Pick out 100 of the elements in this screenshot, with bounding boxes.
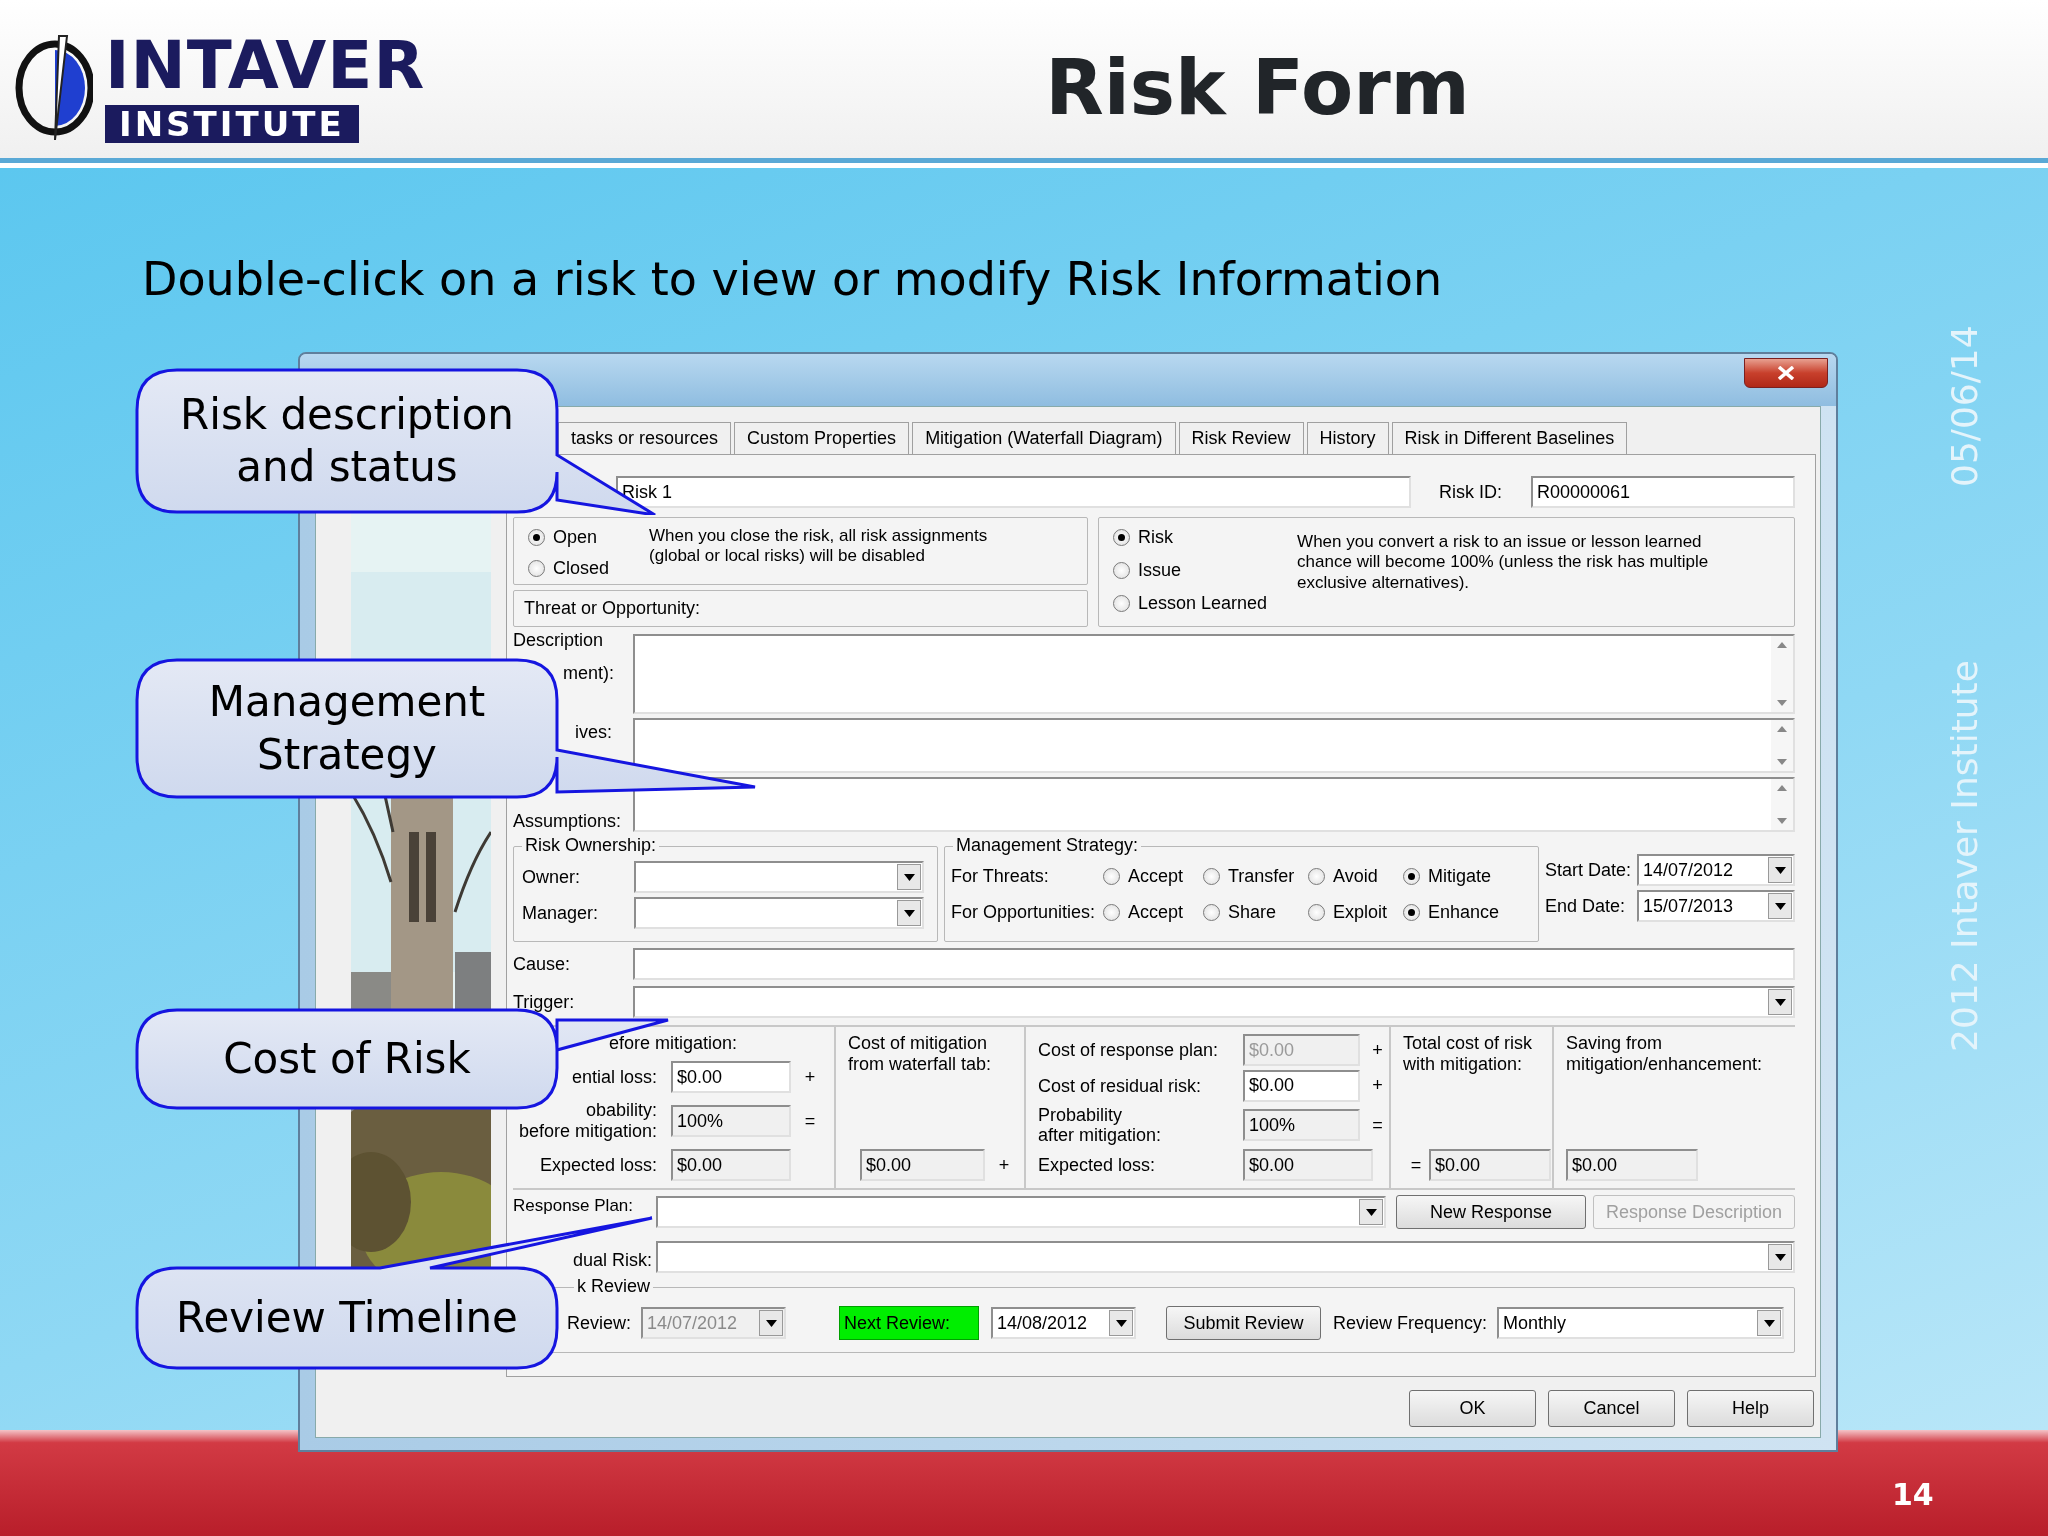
- dropdown-field[interactable]: 15/07/2013: [1637, 890, 1795, 922]
- close-icon: [1776, 366, 1796, 380]
- field-label: ives:: [575, 722, 612, 743]
- field-label: dual Risk:: [571, 1249, 653, 1271]
- caret-icon: [1774, 1253, 1786, 1261]
- text-area[interactable]: [633, 718, 1795, 773]
- radio-label: Mitigate: [1428, 864, 1492, 888]
- tab[interactable]: tasks or resources: [558, 422, 732, 454]
- field-label: Cost of mitigation from waterfall tab:: [848, 1033, 993, 1075]
- arrow-down-icon[interactable]: [1777, 759, 1787, 765]
- text-area[interactable]: [633, 777, 1795, 832]
- dropdown-field[interactable]: 14/07/2012: [1637, 854, 1795, 886]
- radio-button[interactable]: [1113, 529, 1130, 546]
- amount-field[interactable]: $0.00: [1243, 1069, 1360, 1102]
- field-label: ment):: [563, 662, 614, 684]
- close-button[interactable]: [1744, 358, 1828, 388]
- field-label: Owner:: [522, 866, 582, 888]
- operator-sign: +: [1371, 1074, 1384, 1098]
- risk-id-field[interactable]: R00000061: [1531, 476, 1795, 508]
- text-area[interactable]: [633, 634, 1795, 714]
- radio-button[interactable]: [1113, 562, 1130, 579]
- radio-button[interactable]: [1103, 903, 1120, 921]
- arrow-up-icon[interactable]: [1777, 642, 1787, 648]
- operator-sign: =: [1371, 1113, 1384, 1137]
- logo-banner: INSTITUTE: [105, 105, 359, 143]
- dropdown-field[interactable]: [656, 1241, 1795, 1273]
- radio-button[interactable]: [1308, 903, 1325, 921]
- dialog-button[interactable]: Help: [1687, 1390, 1814, 1427]
- field-label: Cost of response plan:: [1038, 1039, 1220, 1061]
- dropdown-field[interactable]: [634, 861, 924, 893]
- amount-field[interactable]: $0.00: [860, 1149, 985, 1181]
- dropdown-field[interactable]: 14/08/2012: [991, 1307, 1136, 1339]
- amount-field[interactable]: $0.00: [671, 1061, 791, 1093]
- callout-text: Review Timeline: [176, 1291, 518, 1344]
- field-label: Probability after mitigation:: [1038, 1104, 1163, 1147]
- text-field[interactable]: [633, 948, 1795, 980]
- field-label: Expected loss:: [538, 1154, 658, 1176]
- field-label: Total cost of risk with mitigation:: [1403, 1033, 1534, 1075]
- field-label: End Date:: [1545, 895, 1627, 917]
- radio-button[interactable]: [1403, 867, 1420, 885]
- radio-button[interactable]: [1203, 867, 1220, 885]
- caret-icon: [903, 873, 915, 881]
- tab[interactable]: Mitigation (Waterfall Diagram): [912, 422, 1176, 454]
- radio-label: Accept: [1128, 864, 1184, 888]
- amount-field[interactable]: $0.00: [1243, 1149, 1373, 1181]
- field-label: Review:: [565, 1312, 632, 1334]
- radio-button[interactable]: [1103, 867, 1120, 885]
- copyright-label: 2012 Intaver Institute: [1943, 660, 1986, 1052]
- field-label: Manager:: [522, 902, 600, 924]
- field-label: For Opportunities:: [951, 901, 1097, 923]
- arrow-up-icon[interactable]: [1777, 726, 1787, 732]
- radio-label: Avoid: [1333, 864, 1378, 888]
- response-button[interactable]: New Response: [1396, 1195, 1586, 1229]
- dropdown-field[interactable]: [634, 897, 924, 929]
- field-label: Response Plan:: [513, 1196, 635, 1216]
- radio-button[interactable]: [528, 560, 545, 577]
- radio-button[interactable]: [528, 529, 545, 546]
- radio-label: Enhance: [1428, 900, 1500, 924]
- amount-field[interactable]: $0.00: [1429, 1149, 1551, 1181]
- field-label: Review Frequency:: [1333, 1312, 1488, 1334]
- arrow-down-icon[interactable]: [1777, 818, 1787, 824]
- page-number: 14: [1892, 1480, 1934, 1510]
- radio-button[interactable]: [1113, 595, 1130, 612]
- field-label: For Threats:: [951, 865, 1050, 887]
- tab[interactable]: Custom Properties: [734, 422, 910, 454]
- note-text: When you convert a risk to an issue or lesson learned chance will become 100% (unless the risk has multiple exclusive alternatives).: [1297, 532, 1710, 594]
- radio-label: Share: [1228, 900, 1277, 924]
- arrow-up-icon[interactable]: [1777, 785, 1787, 791]
- caret-icon: [1774, 998, 1786, 1006]
- date-label: 05/06/14: [1943, 325, 1986, 487]
- name-field[interactable]: Risk 1: [616, 476, 1411, 508]
- submit-review-button[interactable]: Submit Review: [1166, 1306, 1321, 1340]
- dialog-button[interactable]: Cancel: [1548, 1390, 1675, 1427]
- amount-field[interactable]: 100%: [1243, 1109, 1360, 1142]
- radio-button[interactable]: [1203, 903, 1220, 921]
- radio-button[interactable]: [1403, 903, 1420, 921]
- radio-button[interactable]: [1308, 867, 1325, 885]
- next-review-label: Next Review:: [839, 1306, 979, 1340]
- radio-label: Open: [553, 526, 598, 549]
- field-label: Assumptions:: [513, 811, 623, 832]
- dropdown-field[interactable]: [633, 986, 1795, 1018]
- tab[interactable]: Risk Review: [1178, 422, 1304, 454]
- dropdown-field[interactable]: Monthly: [1497, 1307, 1784, 1339]
- amount-field[interactable]: $0.00: [1566, 1149, 1698, 1181]
- operator-sign: +: [997, 1153, 1011, 1177]
- dropdown-field[interactable]: [656, 1196, 1386, 1228]
- field-label: obability: before mitigation:: [517, 1100, 658, 1142]
- amount-field[interactable]: $0.00: [671, 1149, 791, 1181]
- tab[interactable]: Risk in Different Baselines: [1391, 422, 1628, 454]
- caret-icon: [1115, 1319, 1127, 1327]
- amount-field[interactable]: 100%: [671, 1105, 791, 1137]
- field-label: Saving from mitigation/enhancement:: [1566, 1033, 1764, 1075]
- tab[interactable]: History: [1306, 422, 1389, 454]
- arrow-down-icon[interactable]: [1777, 700, 1787, 706]
- operator-sign: =: [1409, 1153, 1423, 1177]
- radio-label: Exploit: [1333, 900, 1388, 924]
- dialog-button[interactable]: OK: [1409, 1390, 1536, 1427]
- field-label: Trigger:: [513, 991, 576, 1013]
- group-title: Management Strategy:: [953, 835, 1142, 857]
- caret-icon: [1365, 1208, 1377, 1216]
